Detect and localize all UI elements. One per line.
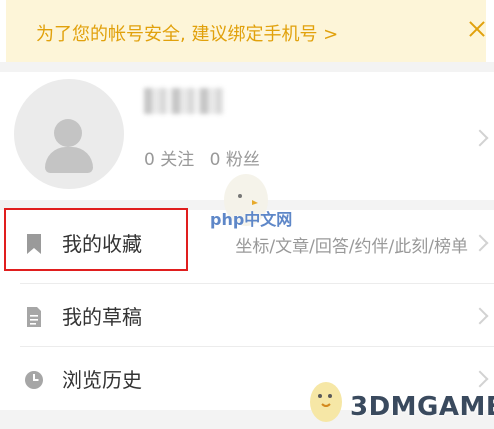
- banner-text[interactable]: 为了您的帐号安全, 建议绑定手机号 >: [36, 20, 338, 46]
- chevron-right-icon: [471, 307, 489, 325]
- bind-phone-banner[interactable]: 为了您的帐号安全, 建议绑定手机号 >: [6, 0, 486, 62]
- document-icon: [27, 307, 41, 327]
- following-count[interactable]: 0 关注: [144, 150, 194, 170]
- divider: [20, 346, 494, 347]
- clock-icon: [25, 371, 43, 389]
- favorites-highlight-box: [4, 208, 188, 271]
- chevron-right-icon: [471, 129, 489, 147]
- menu-item-drafts[interactable]: 我的草稿: [0, 286, 494, 346]
- chevron-right-icon: [471, 234, 489, 252]
- profile-stats: 0 关注 0 粉丝: [144, 145, 270, 170]
- divider: [20, 283, 494, 284]
- username-blurred: [144, 88, 224, 114]
- user-avatar-icon[interactable]: [14, 79, 124, 189]
- php-watermark: php中文网: [210, 210, 293, 229]
- followers-count[interactable]: 0 粉丝: [210, 150, 260, 170]
- 3dmgame-watermark: 3DMGAME: [350, 392, 494, 422]
- menu-item-label: 浏览历史: [62, 368, 142, 392]
- menu-item-label: 我的草稿: [62, 305, 142, 329]
- close-icon[interactable]: [468, 20, 486, 38]
- section-gap: [0, 62, 494, 72]
